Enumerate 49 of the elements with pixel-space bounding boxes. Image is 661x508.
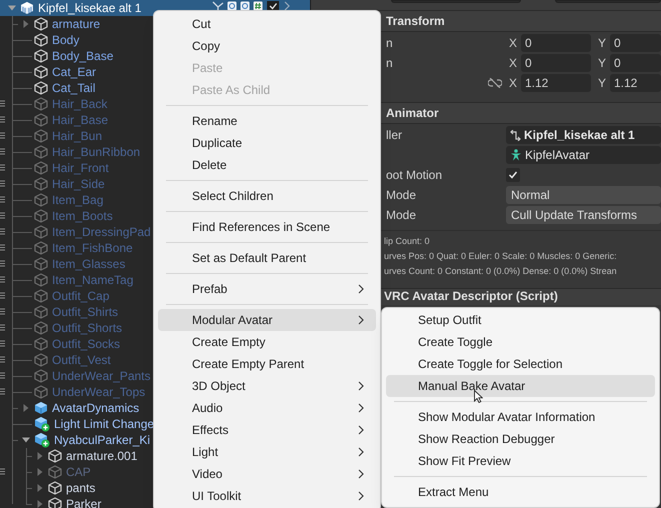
info-text: urves Pos: 0 Quat: 0 Euler: 0 Scale: 0 Muscles: 0 Generic:: [384, 250, 618, 263]
object-name: Parker: [66, 496, 102, 508]
object-name: Kipfel_kisekae alt 1: [38, 0, 142, 16]
field-label: oot Motion: [386, 168, 442, 182]
object-name: UnderWear_Tops: [52, 384, 146, 400]
axis-label: X: [508, 55, 518, 72]
field-label: n: [386, 56, 393, 70]
object-name: Hair_Back: [52, 96, 108, 112]
info-text: lip Count: 0: [384, 235, 431, 248]
object-name: Item_DressingPad: [52, 224, 151, 240]
object-name: CAP: [66, 464, 91, 480]
field-label: n: [386, 36, 393, 50]
info-text: urves Count: 0 Constant: 0 (0.0%) Dense: 0 (0.0%) Strean: [384, 265, 618, 278]
object-name: Outfit_Shirts: [52, 304, 118, 320]
object-name: pants: [66, 480, 96, 496]
object-name: Hair_Front: [52, 160, 109, 176]
object-name: Outfit_Shorts: [52, 320, 122, 336]
field-label: ller: [386, 128, 402, 142]
object-name: Hair_Side: [52, 176, 105, 192]
object-name: Hair_BunRibbon: [52, 144, 140, 160]
object-name: Item_FishBone: [52, 240, 133, 256]
object-name: UnderWear_Pants: [52, 368, 150, 384]
object-name: AvatarDynamics: [52, 400, 140, 416]
object-name: Outfit_Vest: [52, 352, 111, 368]
object-name: Item_Glasses: [52, 256, 126, 272]
axis-label: X: [508, 35, 518, 52]
object-name: Cat_Ear: [52, 64, 96, 80]
object-name: Body_Base: [52, 48, 114, 64]
object-name: Item_Boots: [52, 208, 113, 224]
object-name: Outfit_Socks: [52, 336, 120, 352]
field-label: Mode: [386, 188, 416, 202]
object-name: armature: [52, 16, 100, 32]
axis-label: Y: [596, 35, 607, 52]
object-name: Hair_Bun: [52, 128, 102, 144]
axis-label: Y: [596, 75, 607, 92]
object-name: NyabculParker_Ki: [54, 432, 150, 448]
field-label: Mode: [386, 208, 416, 222]
object-name: Item_Bag: [52, 192, 104, 208]
axis-label: Y: [596, 55, 607, 72]
object-name: Cat_Tail: [52, 80, 96, 96]
object-name: Item_NameTag: [52, 272, 134, 288]
field-value: KipfelAvatar: [525, 147, 590, 164]
axis-label: X: [508, 75, 518, 92]
object-name: Hair_Base: [52, 112, 108, 128]
object-name: Body: [52, 32, 80, 48]
object-name: armature.001: [66, 448, 138, 464]
field-value: Kipfel_kisekae alt 1: [524, 127, 635, 144]
object-name: Outfit_Cap: [52, 288, 110, 304]
object-name: Light Limit Change: [54, 416, 154, 432]
